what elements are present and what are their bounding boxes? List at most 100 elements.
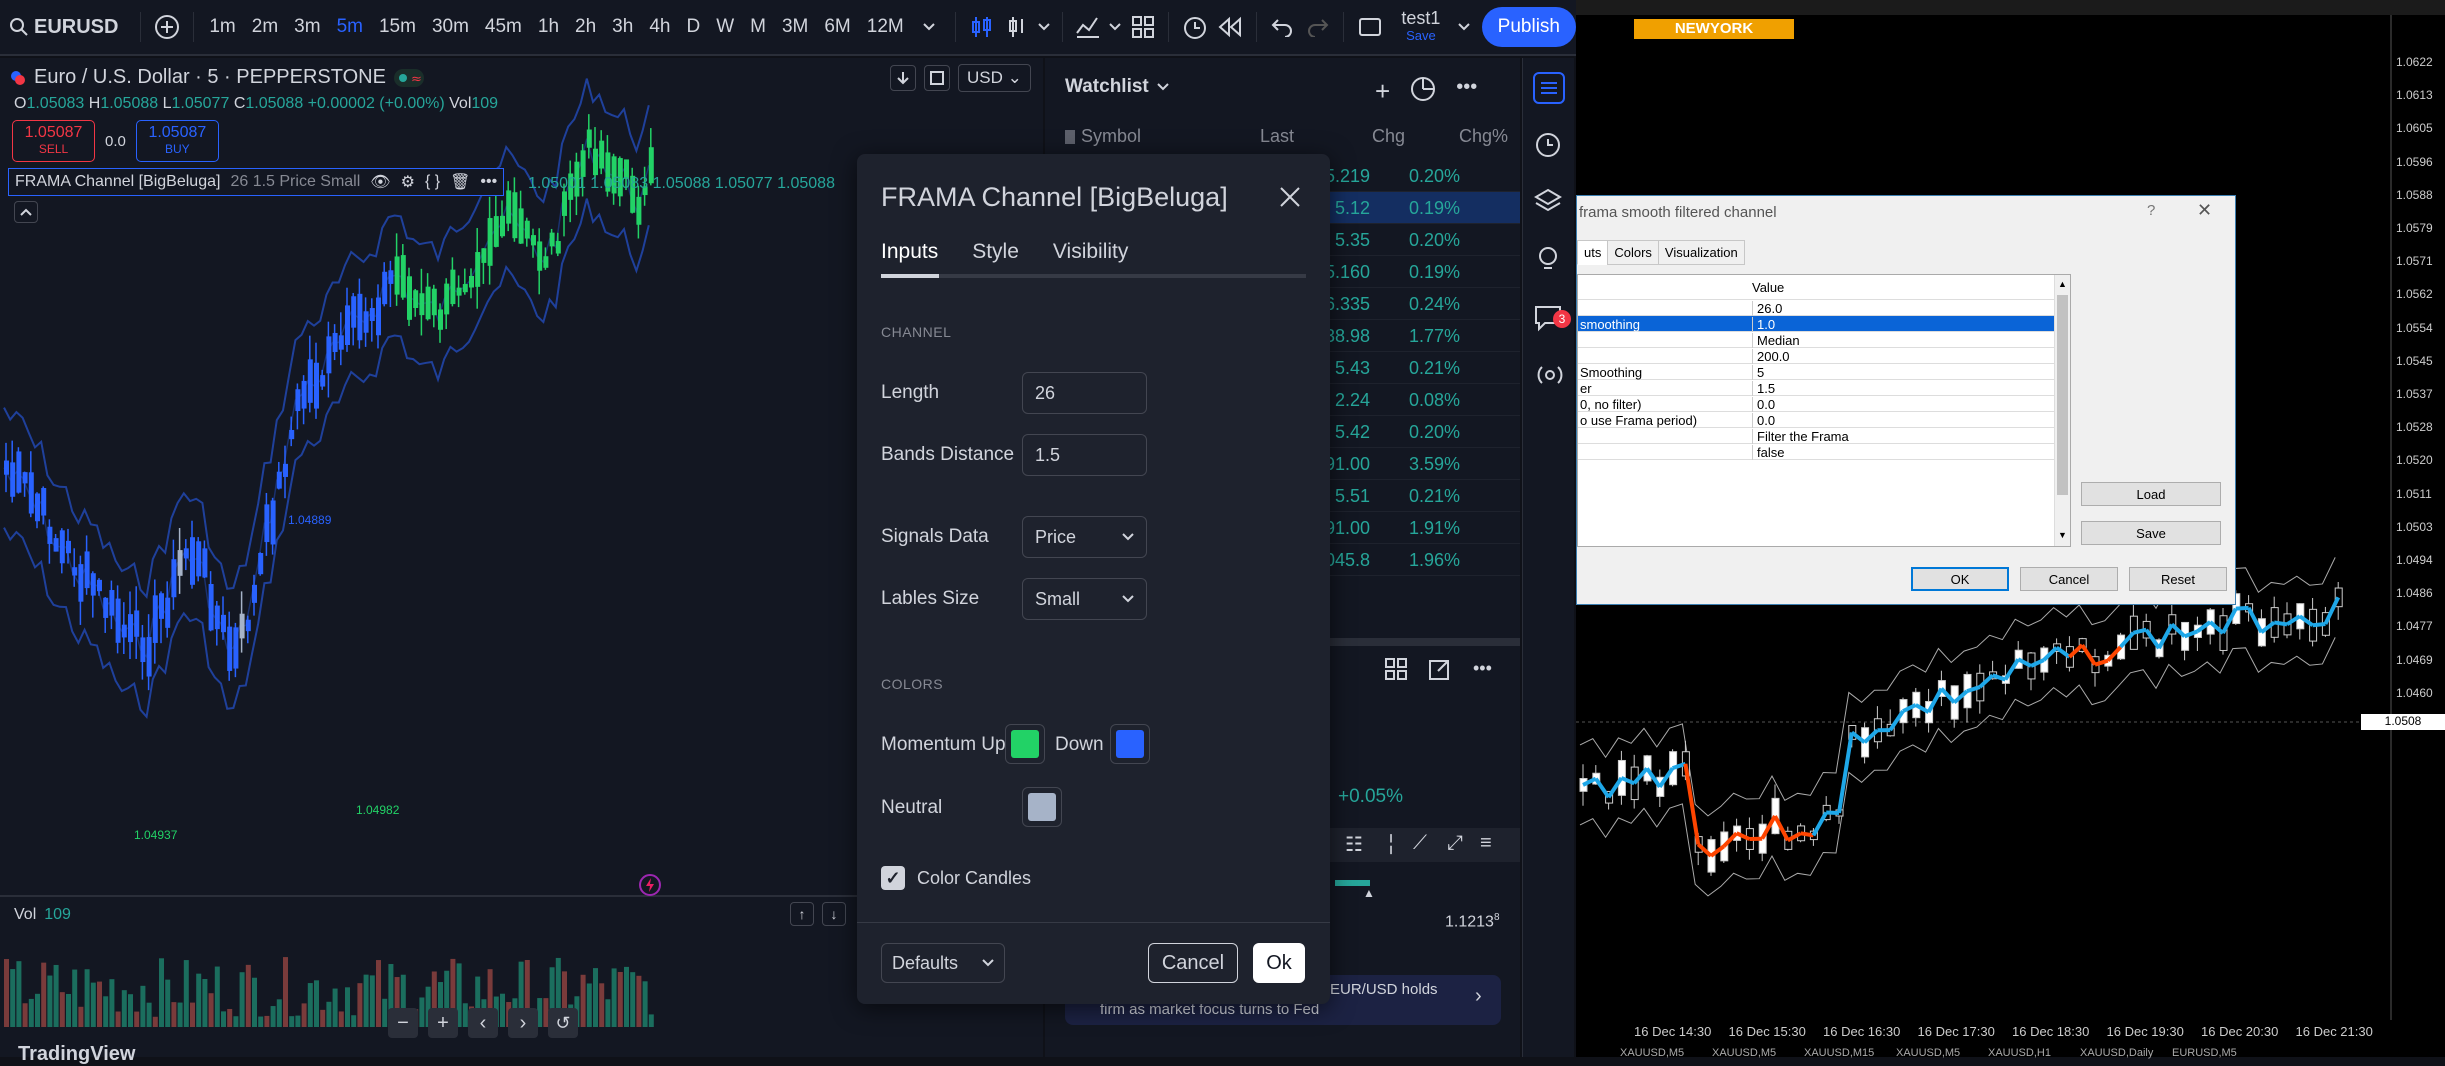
interval-15m[interactable]: 15m xyxy=(371,16,424,38)
scroll-right-icon[interactable]: › xyxy=(508,1008,538,1038)
layers-icon[interactable] xyxy=(1533,186,1565,218)
reset-chart-icon[interactable]: ↺ xyxy=(548,1008,578,1038)
interval-2m[interactable]: 2m xyxy=(244,16,286,38)
close-icon[interactable]: ✕ xyxy=(2197,200,2212,221)
cancel-button[interactable]: Cancel xyxy=(1148,943,1238,983)
neutral-color-swatch[interactable] xyxy=(1022,787,1062,827)
chart-tab[interactable]: EURUSD,M5 xyxy=(2172,1047,2237,1057)
chevron-down-icon[interactable] xyxy=(912,5,947,49)
close-icon[interactable] xyxy=(1275,182,1305,212)
save-button[interactable]: Save xyxy=(2081,521,2221,545)
watchlist-icon[interactable] xyxy=(1533,72,1565,104)
param-row[interactable]: Filter the Frama xyxy=(1578,428,2054,444)
arrow-up-icon[interactable]: ↑ xyxy=(790,902,814,926)
currency-select[interactable]: USD ⌄ xyxy=(958,64,1031,92)
param-row[interactable]: Median xyxy=(1578,332,2054,348)
tab-colors[interactable]: Colors xyxy=(1607,240,1659,265)
down-color-swatch[interactable] xyxy=(1110,724,1150,764)
defaults-dropdown[interactable]: Defaults xyxy=(881,943,1005,983)
tool-line-icon[interactable]: ╎ xyxy=(1385,832,1397,857)
edit-icon[interactable] xyxy=(1429,658,1451,680)
chart-tab[interactable]: XAUUSD,M15 xyxy=(1804,1047,1874,1057)
interval-3h[interactable]: 3h xyxy=(604,16,641,38)
zoom-out-icon[interactable]: − xyxy=(388,1008,418,1038)
tab-inputs[interactable]: uts xyxy=(1577,240,1608,265)
interval-3M[interactable]: 3M xyxy=(774,16,816,38)
interval-1m[interactable]: 1m xyxy=(201,16,243,38)
publish-button[interactable]: Publish xyxy=(1482,7,1576,47)
param-row[interactable]: o use Frama period)0.0 xyxy=(1578,412,2054,428)
sell-button[interactable]: 1.05087SELL xyxy=(12,120,95,162)
layout-grid-icon[interactable] xyxy=(1125,5,1160,49)
replay-icon[interactable] xyxy=(1213,5,1248,49)
chart-tab[interactable]: XAUUSD,Daily xyxy=(2080,1047,2153,1057)
interval-12M[interactable]: 12M xyxy=(859,16,912,38)
ok-button[interactable]: OK xyxy=(1911,567,2009,591)
more-icon[interactable]: ••• xyxy=(1473,658,1492,680)
watchlist-title[interactable]: Watchlist xyxy=(1065,76,1169,98)
param-row[interactable]: Smoothing5 xyxy=(1578,364,2054,380)
tab-visualization[interactable]: Visualization xyxy=(1658,240,1745,265)
param-row[interactable]: 0, no filter)0.0 xyxy=(1578,396,2054,412)
arrow-down-icon[interactable]: ↓ xyxy=(822,902,846,926)
length-input[interactable]: 26 xyxy=(1022,372,1147,414)
chart-tab[interactable]: XAUUSD,H1 xyxy=(1988,1047,2051,1057)
fullscreen-icon[interactable] xyxy=(1352,5,1387,49)
candle-type-icon[interactable] xyxy=(999,5,1034,49)
cancel-button[interactable]: Cancel xyxy=(2020,567,2118,591)
collapse-legend-icon[interactable] xyxy=(14,201,38,223)
tool-settings-icon[interactable]: ☷ xyxy=(1345,832,1363,857)
tool-brush-icon[interactable]: ⟋ xyxy=(1413,832,1427,855)
more-icon[interactable]: ••• xyxy=(1456,76,1477,107)
alert-clock-icon[interactable] xyxy=(1533,130,1565,162)
interval-3m[interactable]: 3m xyxy=(286,16,328,38)
interval-45m[interactable]: 45m xyxy=(477,16,530,38)
account-menu[interactable]: test1Save xyxy=(1387,9,1454,45)
signals-data-select[interactable]: Price xyxy=(1022,516,1147,558)
tab-style[interactable]: Style xyxy=(972,240,1019,264)
indicators-icon[interactable] xyxy=(1071,5,1106,49)
interval-2h[interactable]: 2h xyxy=(567,16,604,38)
param-row[interactable]: er1.5 xyxy=(1578,380,2054,396)
chevron-down-icon[interactable] xyxy=(1106,5,1125,49)
tool-trend-icon[interactable]: ⤢ xyxy=(1447,832,1463,855)
chart-tab[interactable]: XAUUSD,M5 xyxy=(1896,1047,1960,1057)
redo-icon[interactable] xyxy=(1300,5,1335,49)
flash-icon[interactable] xyxy=(638,873,662,897)
interval-1h[interactable]: 1h xyxy=(530,16,567,38)
undo-icon[interactable] xyxy=(1265,5,1300,49)
source-code-icon[interactable]: { } xyxy=(425,173,440,191)
chart-tab[interactable]: XAUUSD,M5 xyxy=(1712,1047,1776,1057)
chart-tab[interactable]: XAUUSD,M5 xyxy=(1620,1047,1684,1057)
reset-scale-icon[interactable] xyxy=(924,65,950,91)
interval-6M[interactable]: 6M xyxy=(816,16,858,38)
load-button[interactable]: Load xyxy=(2081,482,2221,506)
ok-button[interactable]: Ok xyxy=(1253,943,1305,983)
momentum-up-color-swatch[interactable] xyxy=(1005,724,1045,764)
param-row[interactable]: false xyxy=(1578,444,2054,460)
param-row[interactable]: 26.0 xyxy=(1578,300,2054,316)
interval-M[interactable]: M xyxy=(742,16,774,38)
interval-4h[interactable]: 4h xyxy=(641,16,678,38)
grid-scrollbar[interactable]: ▲ ▼ xyxy=(2054,275,2070,546)
symbol-search[interactable]: EURUSD xyxy=(0,16,132,39)
alert-clock-icon[interactable] xyxy=(1177,5,1212,49)
tab-visibility[interactable]: Visibility xyxy=(1053,240,1128,264)
more-icon[interactable]: ••• xyxy=(480,173,497,191)
scroll-left-icon[interactable]: ‹ xyxy=(468,1008,498,1038)
reset-button[interactable]: Reset xyxy=(2129,567,2227,591)
interval-W[interactable]: W xyxy=(708,16,742,38)
add-symbol-icon[interactable]: + xyxy=(1375,76,1390,107)
interval-5m[interactable]: 5m xyxy=(329,16,371,38)
indicator-legend[interactable]: FRAMA Channel [BigBeluga] 26 1.5 Price S… xyxy=(8,168,504,196)
settings-gear-icon[interactable]: ⚙ xyxy=(401,172,415,192)
buy-button[interactable]: 1.05087BUY xyxy=(136,120,219,162)
bar-chart-type-icon[interactable] xyxy=(964,5,999,49)
pie-icon[interactable] xyxy=(1410,76,1436,107)
eye-icon[interactable]: 👁 xyxy=(370,172,390,192)
tool-menu-icon[interactable]: ≡ xyxy=(1480,832,1492,855)
layout-grid-icon[interactable] xyxy=(1385,658,1407,680)
compare-add-icon[interactable] xyxy=(149,5,184,49)
param-row[interactable]: 200.0 xyxy=(1578,348,2054,364)
zoom-in-icon[interactable]: + xyxy=(428,1008,458,1038)
